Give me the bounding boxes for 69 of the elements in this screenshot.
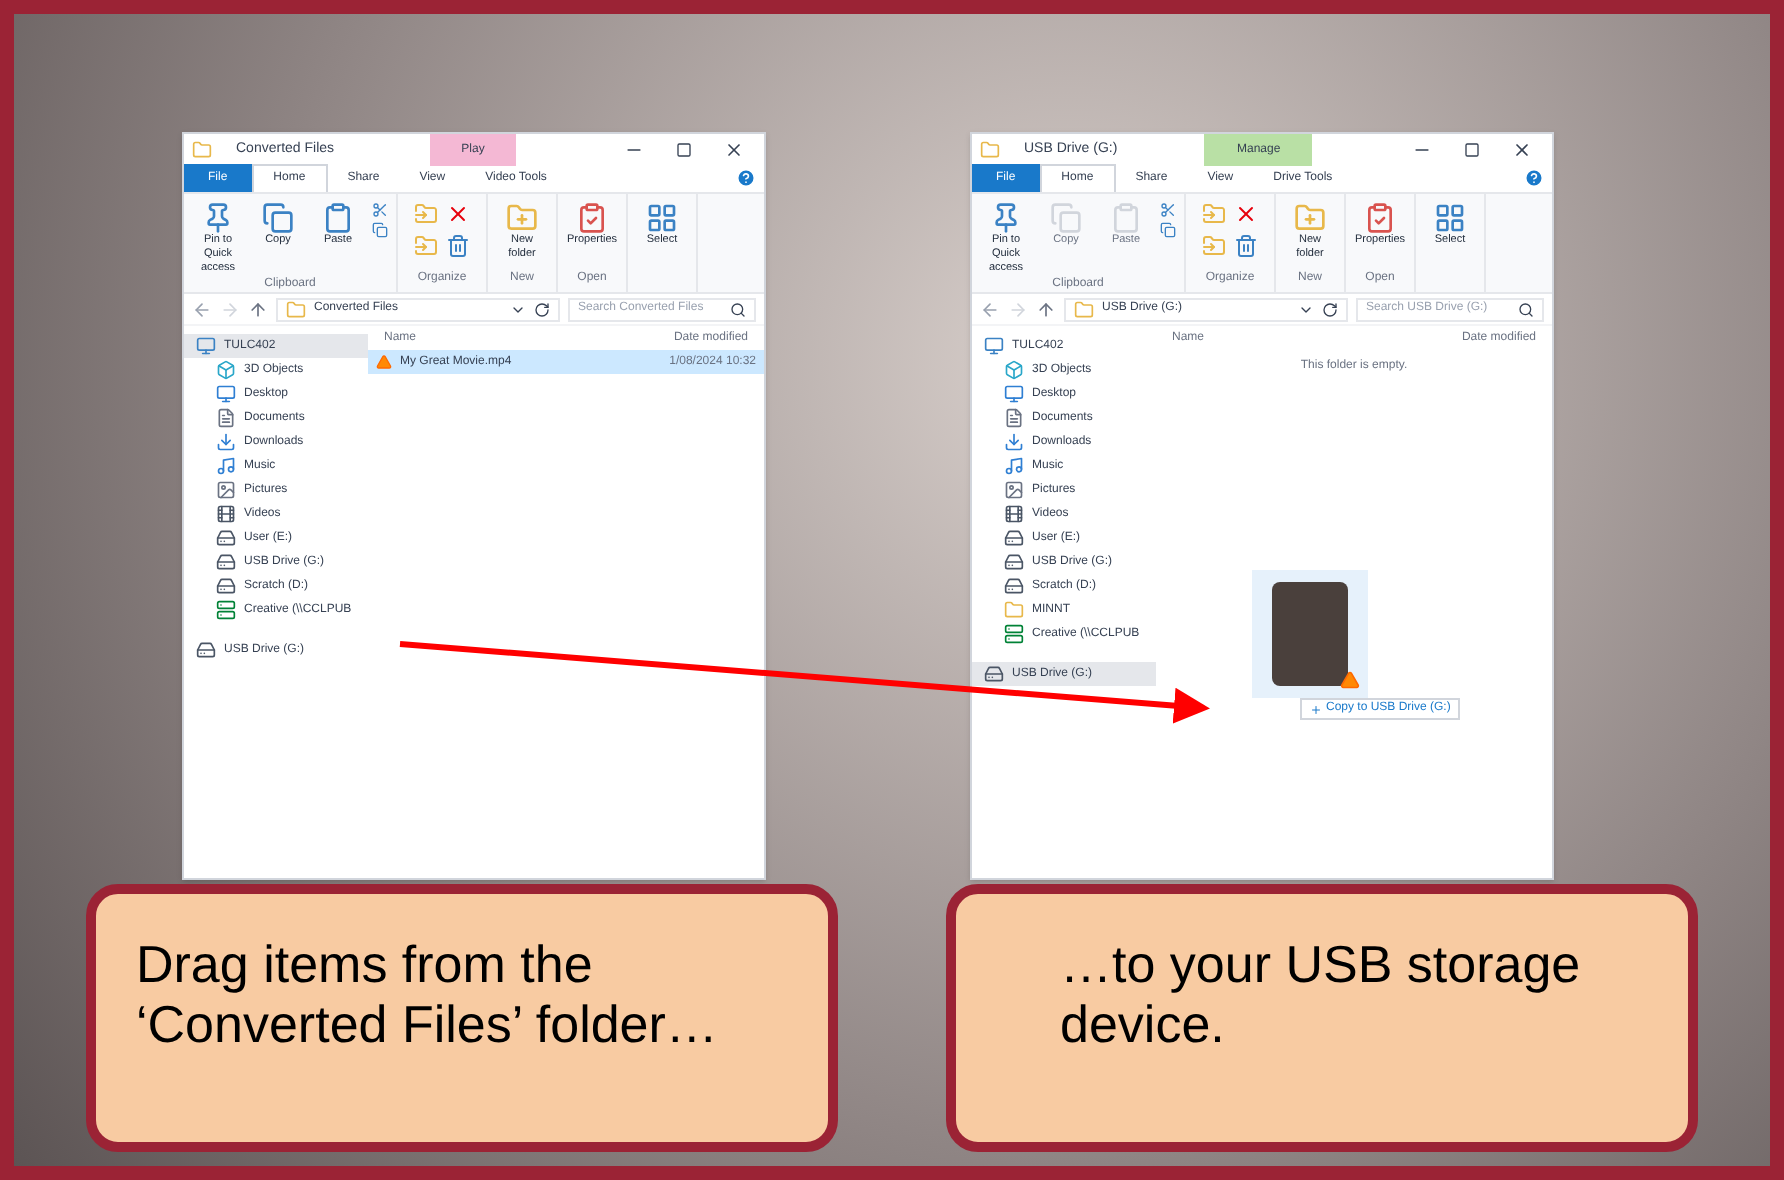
pin-icon bbox=[990, 202, 1022, 234]
refresh-icon[interactable] bbox=[1322, 301, 1338, 317]
desktop-icon bbox=[1004, 384, 1024, 404]
scissors-icon[interactable] bbox=[372, 202, 388, 218]
pin-icon bbox=[202, 202, 234, 234]
music-icon bbox=[216, 456, 236, 476]
up-icon[interactable] bbox=[248, 299, 268, 319]
grid-icon bbox=[1434, 202, 1466, 234]
drive-icon bbox=[196, 640, 216, 660]
folder-icon bbox=[980, 140, 1000, 160]
document-icon bbox=[216, 408, 236, 428]
folder-icon bbox=[506, 202, 538, 234]
properties-icon bbox=[1364, 202, 1396, 234]
picture-icon bbox=[1004, 480, 1024, 500]
cube-icon bbox=[1004, 360, 1024, 380]
plus-icon bbox=[1310, 703, 1322, 715]
film-icon bbox=[1004, 504, 1024, 524]
music-icon bbox=[1004, 456, 1024, 476]
clipboard-icon bbox=[322, 202, 354, 234]
picture-icon bbox=[216, 480, 236, 500]
delete-icon[interactable] bbox=[446, 202, 470, 226]
folder-icon bbox=[192, 140, 212, 160]
clipboard-icon bbox=[1110, 202, 1142, 234]
film-icon bbox=[216, 504, 236, 524]
document-icon bbox=[1004, 408, 1024, 428]
back-icon[interactable] bbox=[192, 299, 212, 319]
maximize-icon[interactable] bbox=[676, 142, 692, 158]
drive-icon bbox=[216, 576, 236, 596]
refresh-icon[interactable] bbox=[534, 301, 550, 317]
network-drive-icon bbox=[1004, 624, 1024, 644]
cone-icon bbox=[1340, 670, 1360, 690]
copy-path-icon[interactable] bbox=[372, 222, 388, 238]
grid-icon bbox=[646, 202, 678, 234]
properties-icon bbox=[576, 202, 608, 234]
search-icon bbox=[1518, 301, 1534, 317]
drive-icon bbox=[216, 528, 236, 548]
folder-icon bbox=[286, 299, 306, 319]
network-drive-icon bbox=[216, 600, 236, 620]
photo-placeholder bbox=[1272, 582, 1348, 686]
up-icon[interactable] bbox=[1036, 299, 1056, 319]
scissors-icon[interactable] bbox=[1160, 202, 1176, 218]
maximize-icon[interactable] bbox=[1464, 142, 1480, 158]
search-icon bbox=[730, 301, 746, 317]
copy-path-icon[interactable] bbox=[1160, 222, 1176, 238]
back-icon[interactable] bbox=[980, 299, 1000, 319]
drive-icon bbox=[1004, 552, 1024, 572]
copy-icon bbox=[1050, 202, 1082, 234]
drive-icon bbox=[984, 664, 1004, 684]
callout-box: Drag items from the ‘Converted Files’ folder… bbox=[86, 884, 838, 1152]
download-icon bbox=[1004, 432, 1024, 452]
help-icon[interactable] bbox=[736, 168, 756, 188]
cone-icon bbox=[376, 354, 392, 370]
drive-icon bbox=[1004, 528, 1024, 548]
drive-icon bbox=[1004, 576, 1024, 596]
folder-icon bbox=[1294, 202, 1326, 234]
drive-icon bbox=[216, 552, 236, 572]
folder-icon bbox=[1004, 600, 1024, 620]
copy-icon bbox=[262, 202, 294, 234]
close-icon[interactable] bbox=[1512, 140, 1532, 160]
delete-icon[interactable] bbox=[1234, 202, 1258, 226]
download-icon bbox=[216, 432, 236, 452]
folder-icon bbox=[1074, 299, 1094, 319]
callout-box: …to your USB storage device. bbox=[946, 884, 1698, 1152]
computer-icon bbox=[196, 336, 216, 356]
computer-icon bbox=[984, 336, 1004, 356]
cube-icon bbox=[216, 360, 236, 380]
desktop-icon bbox=[216, 384, 236, 404]
help-icon[interactable] bbox=[1524, 168, 1544, 188]
close-icon[interactable] bbox=[724, 140, 744, 160]
